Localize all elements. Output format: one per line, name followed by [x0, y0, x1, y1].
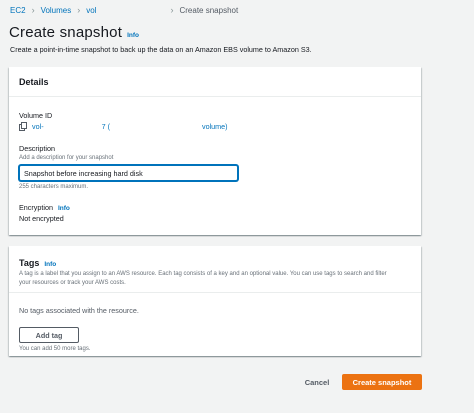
details-title: Details — [19, 76, 49, 87]
description-constraint: 255 characters maximum. — [19, 184, 89, 190]
breadcrumb: EC2 › Volumes › vol › Create snapshot — [10, 3, 238, 17]
tags-info-link[interactable]: Info — [44, 261, 56, 268]
title-info-link[interactable]: Info — [127, 32, 139, 39]
description-label: Description — [19, 144, 55, 153]
description-hint: Add a description for your snapshot — [19, 155, 114, 161]
volume-id-suffix: volume) — [201, 122, 228, 131]
create-snapshot-button[interactable]: Create snapshot — [342, 374, 422, 390]
tags-header: Tags Info — [19, 258, 56, 268]
divider — [9, 292, 421, 293]
tags-description: A tag is a label that you assign to an A… — [19, 270, 411, 288]
encryption-info-link[interactable]: Info — [58, 205, 70, 212]
volume-id-link[interactable]: vol- 7 ( volume) — [32, 122, 228, 131]
redacted-text — [110, 122, 202, 129]
page-subtitle: Create a point-in-time snapshot to back … — [10, 45, 312, 54]
redacted-text — [102, 6, 164, 14]
encryption-label-row: Encryption Info — [19, 203, 70, 212]
chevron-right-icon: › — [31, 5, 35, 15]
chevron-right-icon: › — [77, 5, 81, 15]
chevron-right-icon: › — [170, 5, 174, 15]
breadcrumb-ec2[interactable]: EC2 — [10, 6, 26, 15]
details-panel: Details Volume ID vol- 7 ( volume) Descrip… — [9, 67, 421, 235]
tags-description-line2: your resources or track your AWS costs. — [19, 280, 126, 286]
breadcrumb-current: Create snapshot — [179, 5, 239, 15]
details-header: Details — [9, 67, 421, 97]
encryption-label: Encryption — [19, 203, 53, 212]
volume-id-label: Volume ID — [19, 111, 53, 120]
description-input[interactable] — [19, 165, 238, 181]
encryption-value: Not encrypted — [19, 214, 64, 223]
breadcrumb-volumes[interactable]: Volumes — [41, 6, 72, 15]
page-title: Create snapshot — [9, 24, 123, 41]
tags-description-line1: A tag is a label that you assign to an A… — [19, 271, 387, 277]
redacted-text — [44, 122, 102, 129]
volume-id-mid: 7 ( — [101, 122, 110, 131]
page-header: Create snapshot Info — [9, 24, 139, 41]
tags-title: Tags — [19, 258, 40, 268]
cancel-button[interactable]: Cancel — [298, 374, 336, 390]
tags-empty-message: No tags associated with the resource. — [19, 306, 139, 315]
copy-icon[interactable] — [19, 122, 28, 131]
tags-limit-note: You can add 50 more tags. — [19, 346, 91, 352]
add-tag-button[interactable]: Add tag — [19, 327, 79, 343]
tags-panel: Tags Info A tag is a label that you assi… — [9, 246, 421, 356]
breadcrumb-volume[interactable]: vol — [86, 6, 96, 15]
volume-id-prefix: vol- — [32, 122, 44, 131]
volume-id-row: vol- 7 ( volume) — [19, 122, 228, 131]
